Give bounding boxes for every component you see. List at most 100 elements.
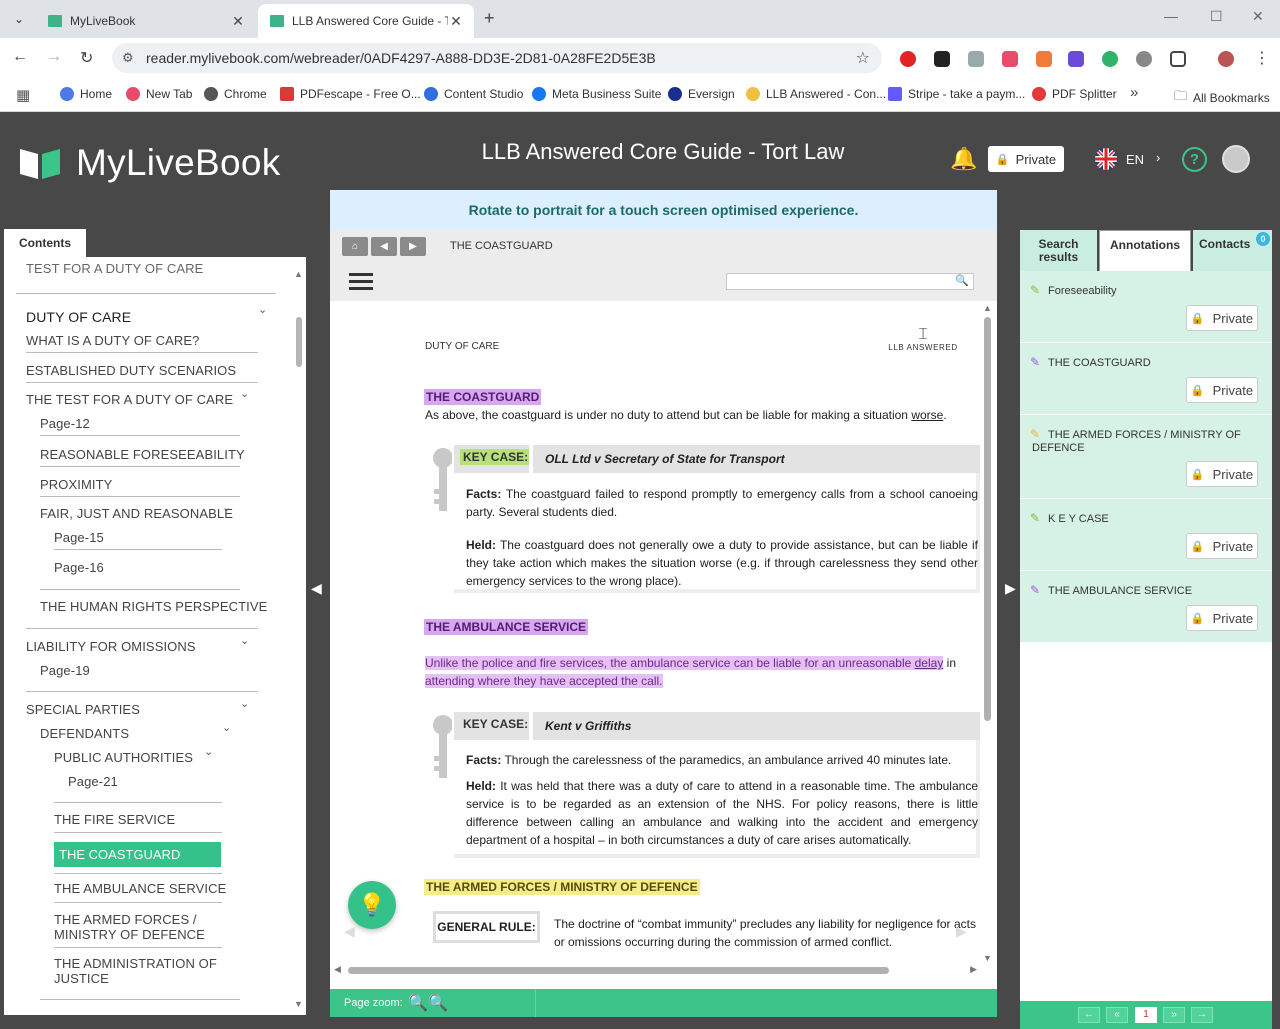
close-tab-icon[interactable]: ✕ <box>448 13 464 30</box>
toc-item[interactable]: PUBLIC AUTHORITIES <box>54 750 193 765</box>
current-page-indicator[interactable]: 1 <box>1135 1007 1157 1023</box>
forward-icon[interactable]: → <box>46 48 62 66</box>
chevron-down-icon[interactable]: ⌄ <box>258 303 267 316</box>
notification-bell-icon[interactable]: 🔔 <box>950 146 977 172</box>
annotation-private-button[interactable]: 🔒 Private <box>1186 533 1258 559</box>
bookmark-eversign[interactable]: Eversign <box>668 87 735 101</box>
menu-icon[interactable] <box>349 273 373 291</box>
prev-section-button[interactable]: ◀ <box>371 237 397 256</box>
scroll-left-icon[interactable]: ◀ <box>334 964 341 975</box>
toc-item[interactable]: FAIR, JUST AND REASONABLE <box>40 506 233 521</box>
annotation-title[interactable]: Foreseeability <box>1048 285 1116 298</box>
ambulance-heading[interactable]: THE AMBULANCE SERVICE <box>424 619 589 635</box>
highlighted-text[interactable]: Unlike the police and fire services, the… <box>425 656 915 670</box>
toc-page-item[interactable]: Page-15 <box>54 530 104 545</box>
close-tab-icon[interactable]: ✕ <box>230 13 246 30</box>
help-icon[interactable]: ? <box>1182 147 1207 172</box>
back-icon[interactable]: ← <box>12 48 28 66</box>
page-vertical-scrollbar[interactable]: ▲ ▼ <box>983 303 993 963</box>
browser-menu-icon[interactable]: ⋮ <box>1254 48 1270 68</box>
prev-page-button[interactable]: « <box>1106 1007 1128 1023</box>
search-icon[interactable]: 🔍 <box>955 274 969 287</box>
bookmark-content-studio[interactable]: Content Studio <box>424 87 523 101</box>
maximize-icon[interactable]: ☐ <box>1210 8 1223 25</box>
annotation-private-button[interactable]: 🔒 Private <box>1186 305 1258 331</box>
tab-annotations[interactable]: Annotations <box>1099 230 1191 271</box>
toc-item[interactable]: PROXIMITY <box>40 477 112 492</box>
chevron-down-icon[interactable]: ⌄ <box>204 745 213 758</box>
tab-search-results[interactable]: Search results <box>1020 230 1097 271</box>
highlighted-text[interactable]: attending where they have accepted the c… <box>425 674 663 688</box>
grammarly-extension-icon[interactable] <box>1102 51 1118 67</box>
scrollbar-thumb[interactable] <box>984 317 991 721</box>
chevron-right-icon[interactable]: › <box>1156 150 1160 165</box>
toc-page-item[interactable]: Page-12 <box>40 416 90 431</box>
toc-page-item[interactable]: Page-16 <box>54 560 104 575</box>
key-case-label[interactable]: KEY CASE: <box>460 449 532 465</box>
gear-extension-icon[interactable] <box>1068 51 1084 67</box>
toc-item-active[interactable]: THE COASTGUARD <box>54 842 221 867</box>
annotation-item[interactable]: ✎ Foreseeability 🔒 Private <box>1020 271 1272 343</box>
toc-item-duty-of-care[interactable]: DUTY OF CARE <box>26 309 131 325</box>
page-horizontal-scrollbar[interactable]: ◀ ▶ <box>334 964 977 977</box>
coastguard-heading[interactable]: THE COASTGUARD <box>424 389 542 405</box>
browser-tab-mylivebook[interactable]: MyLiveBook ✕ <box>36 4 256 38</box>
bookmark-pdf-splitter[interactable]: PDF Splitter <box>1032 87 1117 101</box>
annotation-private-button[interactable]: 🔒 Private <box>1186 605 1258 631</box>
underlined-word[interactable]: worse <box>911 408 943 422</box>
toc-item[interactable]: ESTABLISHED DUTY SCENARIOS <box>26 363 236 378</box>
annotation-private-button[interactable]: 🔒 Private <box>1186 377 1258 403</box>
bookmark-new-tab[interactable]: New Tab <box>126 87 192 101</box>
minimize-icon[interactable]: — <box>1164 8 1178 24</box>
bookmark-meta-business-suite[interactable]: Meta Business Suite <box>532 87 661 101</box>
bookmark-home[interactable]: Home <box>60 87 112 101</box>
scroll-up-icon[interactable]: ▲ <box>983 303 992 313</box>
apps-grid-icon[interactable]: ▦ <box>16 86 30 104</box>
page-search-input[interactable]: 🔍 <box>726 273 974 290</box>
person-extension-icon[interactable] <box>1036 51 1052 67</box>
bookmark-stripe[interactable]: Stripe - take a paym... <box>888 87 1025 101</box>
collapse-right-panel-icon[interactable]: ▶ <box>1005 580 1016 597</box>
toc-item[interactable]: THE HUMAN RIGHTS PERSPECTIVE <box>40 599 267 614</box>
all-bookmarks-folder[interactable]: 🗀 All Bookmarks <box>1174 87 1270 109</box>
toc-item[interactable]: SPECIAL PARTIES <box>26 702 140 717</box>
annotation-item[interactable]: ✎ K E Y CASE 🔒 Private <box>1020 499 1272 571</box>
more-bookmarks-icon[interactable]: » <box>1130 84 1138 101</box>
puzzle-extensions-icon[interactable] <box>1170 51 1186 67</box>
scroll-up-icon[interactable]: ▲ <box>294 269 303 279</box>
home-button[interactable]: ⌂ <box>342 237 368 256</box>
browser-tab-llb[interactable]: LLB Answered Core Guide - Tort ✕ <box>258 4 474 38</box>
toc-item[interactable]: LIABILITY FOR OMISSIONS <box>26 639 196 654</box>
annotation-title[interactable]: K E Y CASE <box>1048 513 1109 526</box>
zoom-in-icon[interactable]: 🔍 <box>428 993 448 1013</box>
close-window-icon[interactable]: ✕ <box>1252 8 1264 25</box>
chevron-down-icon[interactable]: ⌄ <box>240 634 249 647</box>
mylivebook-logo[interactable]: MyLiveBook <box>18 142 281 184</box>
toc-page-item[interactable]: Page-19 <box>40 663 90 678</box>
power-extension-icon[interactable] <box>1136 51 1152 67</box>
last-page-button[interactable]: → <box>1191 1007 1213 1023</box>
toc-item[interactable]: REASONABLE FORESEEABILITY <box>40 447 245 462</box>
uk-flag-icon[interactable] <box>1095 148 1117 170</box>
toc-item[interactable]: WHAT IS A DUTY OF CARE? <box>26 333 200 348</box>
annotation-item[interactable]: ✎ THE COASTGUARD 🔒 Private <box>1020 343 1272 415</box>
chevron-down-icon[interactable]: ⌄ <box>222 721 231 734</box>
opera-extension-icon[interactable] <box>900 51 916 67</box>
private-toggle-button[interactable]: 🔒 Private <box>988 146 1064 172</box>
next-page-button[interactable]: » <box>1163 1007 1185 1023</box>
scrollbar-thumb[interactable] <box>348 967 889 974</box>
toc-item[interactable]: DEFENDANTS <box>40 726 129 741</box>
user-avatar[interactable] <box>1222 145 1250 173</box>
underlined-word[interactable]: delay <box>914 656 944 670</box>
zoom-out-icon[interactable]: 🔍 <box>408 993 428 1013</box>
lightbulb-hint-button[interactable]: 💡 <box>348 881 396 929</box>
chevron-down-icon[interactable]: ⌄ <box>222 501 231 514</box>
annotation-item[interactable]: ✎ THE AMBULANCE SERVICE 🔒 Private <box>1020 571 1272 643</box>
chevron-down-icon[interactable]: ⌄ <box>240 697 249 710</box>
site-info-icon[interactable]: ⚙ <box>122 50 134 66</box>
annotation-title[interactable]: THE ARMED FORCES / MINISTRY OF DEFENCE <box>1032 429 1262 455</box>
language-label[interactable]: EN <box>1126 152 1144 167</box>
bookmark-star-icon[interactable]: ☆ <box>856 48 870 68</box>
bookmark-pdfescape[interactable]: PDFescape - Free O... <box>280 87 421 101</box>
toc-item[interactable]: TEST FOR A DUTY OF CARE <box>26 261 203 276</box>
